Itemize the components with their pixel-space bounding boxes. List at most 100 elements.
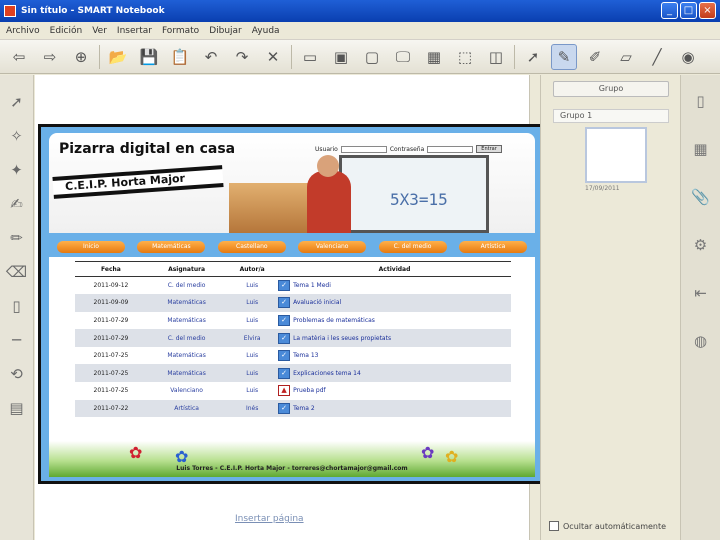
menu-archivo[interactable]: Archivo xyxy=(6,26,40,36)
document-icon: ✓ xyxy=(278,297,291,309)
rotate-icon[interactable]: ⟲ xyxy=(4,361,30,387)
magic-wand-icon[interactable]: ✦ xyxy=(4,157,30,183)
table-icon[interactable]: ▦ xyxy=(421,44,447,70)
separator-icon: ─ xyxy=(11,331,22,349)
webpage-title: Pizarra digital en casa xyxy=(59,141,236,157)
menu-edicion[interactable]: Edición xyxy=(50,26,83,36)
autohide-option[interactable]: Ocultar automáticamente xyxy=(549,521,666,531)
menu-ver[interactable]: Ver xyxy=(92,26,107,36)
addons-icon[interactable]: ◍ xyxy=(689,329,713,353)
nav-tab-inicio: Inicio xyxy=(57,241,125,253)
side-tab-strip: ▯ ▦ 📎 ⚙ ⇤ ◍ xyxy=(680,75,720,540)
undo-icon[interactable]: ↶ xyxy=(198,44,224,70)
whiteboard: 5X3=15 xyxy=(339,155,489,233)
document-icon: ✓ xyxy=(278,350,291,362)
flower-icon: ✿ xyxy=(445,447,459,466)
app-icon xyxy=(4,5,16,17)
page-sorter-icon[interactable]: ▯ xyxy=(689,89,713,113)
forward-arrow-icon[interactable]: ⇨ xyxy=(37,44,63,70)
window-titlebar: Sin título - SMART Notebook _ □ × xyxy=(0,0,720,22)
document-icon: ✓ xyxy=(278,280,291,292)
display-icon[interactable]: 🖵 xyxy=(390,44,416,70)
page-thumbnail-label: 17/09/2011 xyxy=(585,185,620,192)
group-header[interactable]: Grupo 1 xyxy=(553,109,669,123)
document-camera-icon[interactable]: ◫ xyxy=(483,44,509,70)
back-arrow-icon[interactable]: ⇦ xyxy=(6,44,32,70)
password-label: Contraseña xyxy=(389,145,425,153)
webpage-header: 5X3=15 Pizarra digital en casa Usuario C… xyxy=(49,133,535,233)
delete-icon[interactable]: ✕ xyxy=(260,44,286,70)
board-equation: 5X3=15 xyxy=(390,190,448,209)
pasted-webpage-image[interactable]: 5X3=15 Pizarra digital en casa Usuario C… xyxy=(38,124,546,484)
classroom-photo xyxy=(229,183,309,233)
properties-icon[interactable]: ⚙ xyxy=(689,233,713,257)
capture-icon[interactable]: ⬚ xyxy=(452,44,478,70)
transparent-background-icon[interactable]: ▢ xyxy=(359,44,385,70)
toolbar-separator xyxy=(99,44,100,69)
eraser-icon[interactable]: ▱ xyxy=(613,44,639,70)
pencil-icon[interactable]: ✏ xyxy=(4,225,30,251)
autohide-label: Ocultar automáticamente xyxy=(563,521,667,531)
menu-formato[interactable]: Formato xyxy=(162,26,199,36)
paste-icon[interactable]: 📋 xyxy=(167,44,193,70)
menu-ayuda[interactable]: Ayuda xyxy=(252,26,280,36)
page-thumbnail[interactable] xyxy=(585,127,647,183)
left-tool-strip: ➚ ✧ ✦ ✍ ✏ ⌫ ▯ ─ ⟲ ▤ xyxy=(0,75,34,540)
window-title: Sin título - SMART Notebook xyxy=(21,6,165,16)
save-icon[interactable]: 💾 xyxy=(136,44,162,70)
column-header-autor: Autor/a xyxy=(226,261,279,277)
line-icon[interactable]: ╱ xyxy=(644,44,670,70)
flower-icon: ✿ xyxy=(129,443,143,462)
menu-bar: Archivo Edición Ver Insertar Formato Dib… xyxy=(0,22,720,40)
add-page-link[interactable]: Insertar página xyxy=(235,514,304,524)
pen-icon[interactable]: ✎ xyxy=(551,43,577,70)
nav-tab-castellano: Castellano xyxy=(217,241,286,253)
add-page-icon[interactable]: ⊕ xyxy=(68,44,94,70)
maximize-button[interactable]: □ xyxy=(680,2,697,19)
column-header-actividad: Actividad xyxy=(278,261,511,277)
flower-icon: ✿ xyxy=(175,447,189,466)
nav-tab-artistica: Artística xyxy=(458,241,527,253)
webpage-nav: Inicio Matemáticas Castellano Valenciano… xyxy=(57,241,527,253)
document-icon[interactable]: ▯ xyxy=(4,293,30,319)
minimize-button[interactable]: _ xyxy=(661,2,678,19)
document-icon: ✓ xyxy=(278,402,291,414)
highlighter-icon[interactable]: ✍ xyxy=(4,191,30,217)
table-row: 2011-07-25 Valenciano Luis ▲ Prueba pdf xyxy=(93,385,326,397)
select-pointer-icon[interactable]: ➚ xyxy=(520,44,546,70)
magic-pen-icon[interactable]: ✧ xyxy=(4,123,30,149)
table-row: 2011-07-25 Matemáticas Luis ✓ Explicacion… xyxy=(75,364,511,383)
school-banner: C.E.I.P. Horta Major xyxy=(52,165,224,199)
creative-pen-icon[interactable]: ✐ xyxy=(582,44,608,70)
pointer-icon[interactable]: ➚ xyxy=(4,89,30,115)
toolbar-separator xyxy=(291,44,292,69)
menu-insertar[interactable]: Insertar xyxy=(117,26,152,36)
gallery-icon[interactable]: ▦ xyxy=(689,137,713,161)
nav-tab-medio: C. del medio xyxy=(378,241,447,253)
table-row: 2011-09-09 Matemáticas Luis ✓ Avaluació i… xyxy=(75,294,511,312)
table-row: 2011-07-25 Matemáticas Luis ✓ Tema 13 xyxy=(93,350,319,362)
column-header-fecha: Fecha xyxy=(75,261,147,277)
close-button[interactable]: × xyxy=(699,2,716,19)
column-header-asignatura: Asignatura xyxy=(146,261,227,277)
redo-icon[interactable]: ↷ xyxy=(229,44,255,70)
user-label: Usuario xyxy=(315,145,338,153)
document-icon: ✓ xyxy=(278,314,291,326)
table-row: 2011-07-22 Artística Inés ✓ Tema 2 xyxy=(75,399,511,418)
nav-tab-matematicas: Matemáticas xyxy=(137,241,206,253)
menu-dibujar[interactable]: Dibujar xyxy=(209,26,242,36)
collapse-arrow-icon[interactable]: ⇤ xyxy=(689,281,713,305)
eraser-tool-icon[interactable]: ⌫ xyxy=(4,259,30,285)
enter-button: Entrar xyxy=(476,145,502,153)
fill-icon[interactable]: ◉ xyxy=(675,44,701,70)
document-icon: ✓ xyxy=(278,367,291,379)
pdf-icon: ▲ xyxy=(278,385,291,397)
nav-tab-valenciano: Valenciano xyxy=(298,241,367,253)
full-screen-icon[interactable]: ▣ xyxy=(328,44,354,70)
keyboard-icon[interactable]: ▤ xyxy=(4,395,30,421)
screen-shade-icon[interactable]: ▭ xyxy=(297,44,323,70)
group-button[interactable]: Grupo xyxy=(553,81,669,97)
autohide-checkbox[interactable] xyxy=(549,521,559,531)
open-folder-icon[interactable]: 📂 xyxy=(105,44,131,70)
attachments-icon[interactable]: 📎 xyxy=(689,185,713,209)
